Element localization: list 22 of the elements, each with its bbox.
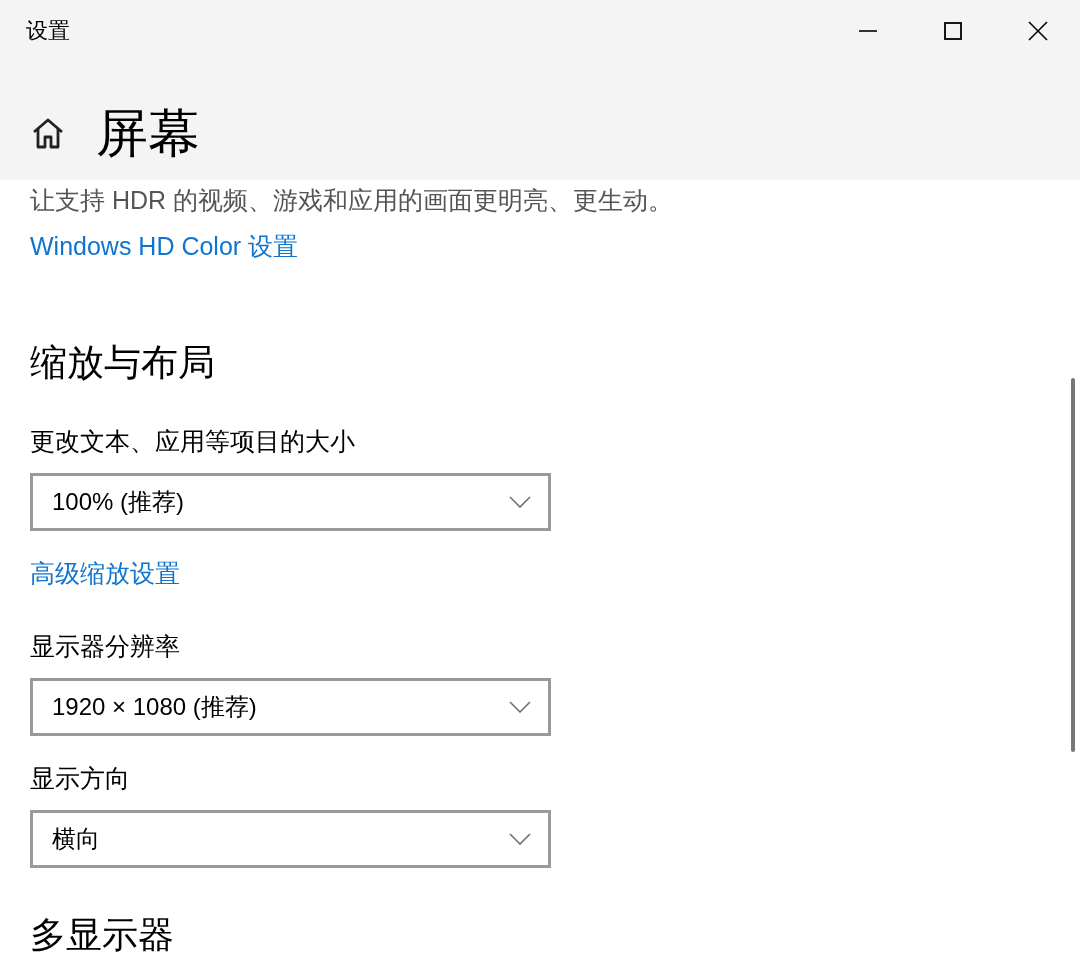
window-title: 设置: [26, 17, 71, 45]
chevron-down-icon: [509, 833, 531, 845]
dropdown[interactable]: 横向: [30, 810, 551, 868]
section-heading: 缩放与布局: [30, 341, 215, 385]
settings-link[interactable]: 高级缩放设置: [30, 553, 180, 593]
setting-label: 显示方向: [30, 763, 130, 794]
close-icon: [1027, 21, 1048, 41]
chevron-down-icon: [509, 701, 531, 713]
setting-label: 显示器分辨率: [30, 631, 180, 662]
minimize-icon: [858, 30, 877, 32]
chevron-down-icon: [509, 496, 531, 508]
home-button[interactable]: [32, 117, 64, 149]
section-heading: 多显示器: [30, 916, 174, 954]
dropdown[interactable]: 1920 × 1080 (推荐): [30, 678, 551, 736]
dropdown[interactable]: 100% (推荐): [30, 473, 551, 531]
hd-color-link[interactable]: Windows HD Color 设置: [30, 226, 299, 266]
maximize-icon: [943, 22, 962, 40]
page-title: 屏幕: [96, 103, 200, 164]
hdr-description: 让支持 HDR 的视频、游戏和应用的画面更明亮、更生动。: [30, 185, 674, 216]
scrollbar-thumb[interactable]: [1071, 378, 1075, 752]
setting-label: 更改文本、应用等项目的大小: [30, 426, 355, 457]
home-icon: [32, 117, 64, 149]
